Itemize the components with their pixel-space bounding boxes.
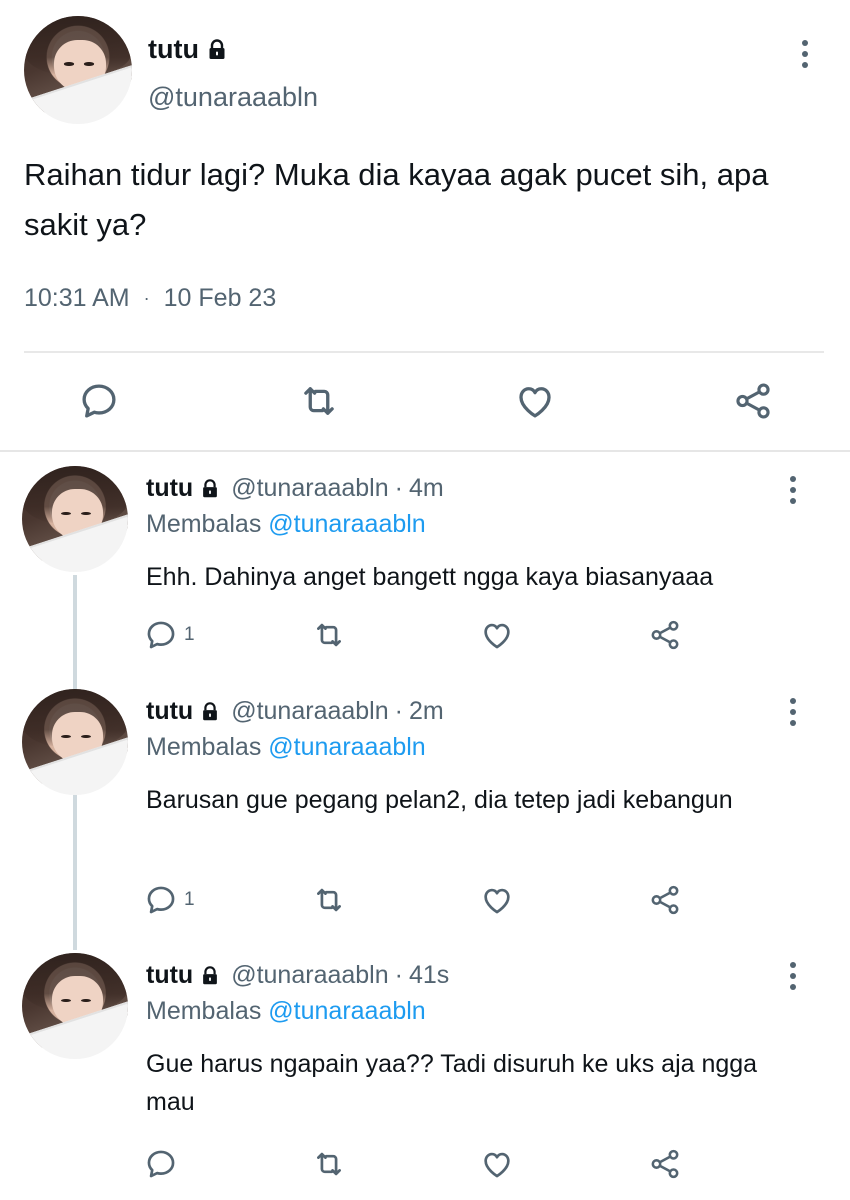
share-button[interactable]: [648, 1147, 682, 1181]
lock-icon: [199, 965, 221, 987]
avatar[interactable]: [22, 466, 128, 572]
tweet-text: Raihan tidur lagi? Muka dia kayaa agak p…: [24, 157, 769, 242]
mention-link[interactable]: @tunaraaabln: [268, 510, 425, 538]
more-icon[interactable]: [790, 476, 796, 504]
share-button[interactable]: [648, 883, 682, 917]
reply-header: tutu @tunaraaabln · 4m: [146, 474, 444, 503]
reply-count: 1: [184, 624, 195, 645]
replying-to-label: Membalas: [146, 510, 262, 538]
reply-text: Barusan gue pegang pelan2, dia tetep jad…: [146, 786, 733, 814]
avatar[interactable]: [24, 16, 132, 124]
display-name[interactable]: tutu: [146, 474, 193, 503]
retweet-button[interactable]: [312, 883, 346, 917]
meta-separator: ·: [143, 288, 150, 308]
reply-icon: [144, 883, 178, 917]
divider: [24, 351, 824, 353]
retweet-icon: [298, 380, 340, 422]
like-icon: [480, 618, 514, 652]
section-divider: [0, 450, 850, 452]
avatar[interactable]: [22, 689, 128, 795]
reply-icon: [78, 380, 120, 422]
reply-icon: [144, 1147, 178, 1181]
more-icon[interactable]: [802, 40, 808, 68]
reply-icon: [144, 618, 178, 652]
reply-text: Gue harus ngapain yaa?? Tadi disuruh ke …: [146, 1050, 758, 1116]
like-button[interactable]: [514, 380, 556, 422]
like-button[interactable]: [480, 1147, 514, 1181]
mention-link[interactable]: @tunaraaabln: [268, 997, 425, 1025]
lock-icon: [199, 701, 221, 723]
lock-icon: [199, 478, 221, 500]
reply-header: tutu @tunaraaabln · 2m: [146, 697, 444, 726]
retweet-button[interactable]: [312, 618, 346, 652]
replying-to-label: Membalas: [146, 733, 262, 761]
more-icon[interactable]: [790, 698, 796, 726]
like-icon: [480, 883, 514, 917]
retweet-icon: [312, 618, 346, 652]
replying-to-label: Membalas: [146, 997, 262, 1025]
share-button[interactable]: [648, 618, 682, 652]
reply-count: 1: [184, 889, 195, 910]
replying-to: Membalas @tunaraaabln: [146, 733, 426, 762]
user-handle[interactable]: @tunaraaabln: [231, 474, 388, 503]
tweet-time: 10:31 AM: [24, 284, 130, 312]
reply-button[interactable]: 1: [144, 618, 195, 652]
retweet-button[interactable]: [298, 380, 340, 422]
share-button[interactable]: [732, 380, 774, 422]
user-handle[interactable]: @tunaraaabln: [231, 697, 388, 726]
share-icon: [648, 1147, 682, 1181]
meta-separator: ·: [394, 961, 403, 989]
reply-time[interactable]: 2m: [409, 697, 444, 726]
reply-button[interactable]: [144, 1147, 178, 1181]
replying-to: Membalas @tunaraaabln: [146, 510, 426, 539]
reply-time[interactable]: 4m: [409, 474, 444, 503]
meta-separator: ·: [394, 474, 403, 502]
retweet-icon: [312, 883, 346, 917]
share-icon: [648, 883, 682, 917]
display-name[interactable]: tutu: [146, 961, 193, 990]
like-icon: [514, 380, 556, 422]
user-handle[interactable]: @tunaraaabln: [231, 961, 388, 990]
avatar[interactable]: [22, 953, 128, 1059]
reply-header: tutu @tunaraaabln · 41s: [146, 961, 449, 990]
reply-button[interactable]: [78, 380, 120, 422]
reply-button[interactable]: 1: [144, 883, 195, 917]
meta-separator: ·: [394, 697, 403, 725]
user-handle[interactable]: @tunaraaabln: [148, 82, 318, 113]
tweet-date: 10 Feb 23: [163, 284, 277, 312]
reply-text: Ehh. Dahinya anget bangett ngga kaya bia…: [146, 563, 714, 591]
tweet-timestamp: 10:31 AM · 10 Feb 23: [24, 284, 276, 313]
tweet-thread: tutu @tunaraaabln Raihan tidur lagi? Muk…: [0, 0, 850, 1200]
display-name-text[interactable]: tutu: [148, 34, 199, 65]
display-name[interactable]: tutu: [146, 697, 193, 726]
mention-link[interactable]: @tunaraaabln: [268, 733, 425, 761]
share-icon: [648, 618, 682, 652]
replying-to: Membalas @tunaraaabln: [146, 997, 426, 1026]
like-button[interactable]: [480, 618, 514, 652]
like-icon: [480, 1147, 514, 1181]
retweet-icon: [312, 1147, 346, 1181]
lock-icon: [205, 38, 229, 62]
like-button[interactable]: [480, 883, 514, 917]
more-icon[interactable]: [790, 962, 796, 990]
retweet-button[interactable]: [312, 1147, 346, 1181]
reply-time[interactable]: 41s: [409, 961, 449, 990]
display-name[interactable]: tutu: [148, 34, 229, 65]
share-icon: [732, 380, 774, 422]
